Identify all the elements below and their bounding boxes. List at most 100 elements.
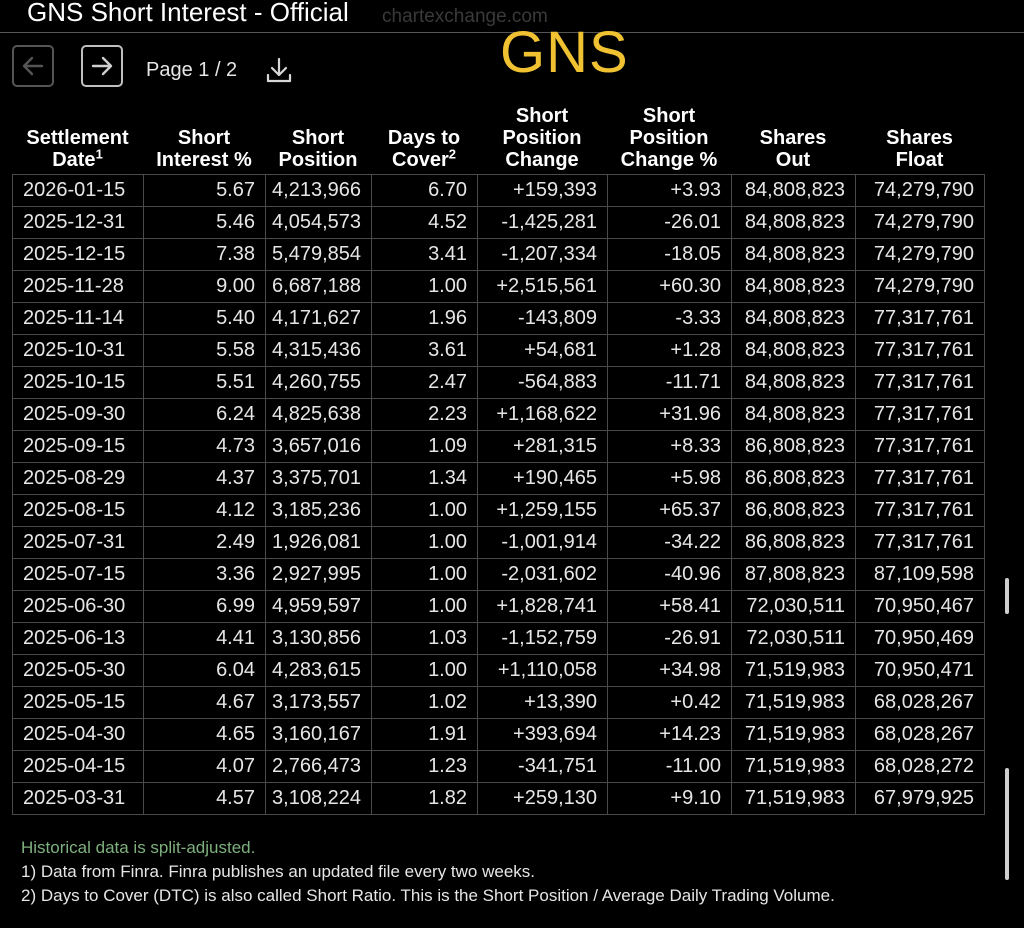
cell-short-position-change: -2,031,602 (477, 558, 608, 591)
cell-shares-float: 77,317,761 (855, 462, 985, 495)
cell-short-position-change: -143,809 (477, 302, 608, 335)
table-row: 2025-06-30 6.99 4,959,597 1.00 +1,828,741 +58… (12, 590, 985, 623)
cell-short-position-change: -1,425,281 (477, 206, 608, 239)
table-row: 2025-05-30 6.04 4,283,615 1.00 +1,110,058 +34… (12, 654, 985, 687)
table-row: 2025-11-14 5.40 4,171,627 1.96 -143,809 -3.33… (12, 302, 985, 335)
cell-short-position-change-pct: +14.23 (607, 718, 732, 751)
cell-days-to-cover: 2.23 (371, 398, 478, 431)
cell-short-position-change-pct: +31.96 (607, 398, 732, 431)
cell-shares-out: 71,519,983 (731, 750, 856, 783)
cell-short-position: 5,479,854 (265, 238, 372, 271)
cell-short-interest-pct: 4.41 (143, 622, 266, 655)
cell-short-position-change: +2,515,561 (477, 270, 608, 303)
cell-short-position-change-pct: -26.91 (607, 622, 732, 655)
cell-shares-float: 68,028,267 (855, 718, 985, 751)
cell-short-interest-pct: 6.24 (143, 398, 266, 431)
table-row: 2025-12-31 5.46 4,054,573 4.52 -1,425,281 -26… (12, 206, 985, 239)
column-header-line: Shares (759, 127, 827, 149)
cell-shares-float: 77,317,761 (855, 430, 985, 463)
scrollbar-thumb-upper[interactable] (1005, 578, 1009, 614)
cell-settlement-date: 2025-12-31 (12, 206, 144, 239)
cell-shares-float: 77,317,761 (855, 526, 985, 559)
cell-shares-out: 72,030,511 (731, 590, 856, 623)
cell-short-position: 4,959,597 (265, 590, 372, 623)
cell-short-position-change-pct: -18.05 (607, 238, 732, 271)
cell-short-position-change: +190,465 (477, 462, 608, 495)
cell-short-interest-pct: 3.36 (143, 558, 266, 591)
cell-short-interest-pct: 6.99 (143, 590, 266, 623)
column-header-line: Position (278, 149, 358, 171)
next-page-button[interactable] (81, 45, 123, 87)
cell-short-position: 2,766,473 (265, 750, 372, 783)
cell-short-interest-pct: 4.65 (143, 718, 266, 751)
column-header-line: Cover (392, 149, 449, 171)
column-header-line: Position (629, 127, 709, 149)
cell-short-interest-pct: 5.58 (143, 334, 266, 367)
cell-days-to-cover: 1.03 (371, 622, 478, 655)
cell-short-position: 3,657,016 (265, 430, 372, 463)
cell-short-interest-pct: 5.46 (143, 206, 266, 239)
cell-short-position-change: +54,681 (477, 334, 608, 367)
cell-shares-out: 86,808,823 (731, 430, 856, 463)
cell-shares-float: 70,950,467 (855, 590, 985, 623)
cell-short-position: 3,185,236 (265, 494, 372, 527)
column-header-short-position: Short Position (265, 127, 371, 171)
table-row: 2025-12-15 7.38 5,479,854 3.41 -1,207,334 -18… (12, 238, 985, 271)
cell-settlement-date: 2025-04-30 (12, 718, 144, 751)
cell-shares-out: 71,519,983 (731, 718, 856, 751)
cell-short-position: 3,160,167 (265, 718, 372, 751)
cell-short-position-change: +1,259,155 (477, 494, 608, 527)
cell-short-position-change-pct: -26.01 (607, 206, 732, 239)
scrollbar-thumb-lower[interactable] (1005, 768, 1009, 880)
cell-short-position: 4,315,436 (265, 334, 372, 367)
cell-shares-float: 74,279,790 (855, 206, 985, 239)
cell-shares-out: 71,519,983 (731, 654, 856, 687)
cell-days-to-cover: 1.00 (371, 558, 478, 591)
cell-short-interest-pct: 2.49 (143, 526, 266, 559)
table-row: 2025-04-30 4.65 3,160,167 1.91 +393,694 +14.2… (12, 718, 985, 751)
column-header-days-to-cover: Days to Cover2 (371, 127, 477, 171)
cell-short-position-change: -1,152,759 (477, 622, 608, 655)
table-header: Settlement Date1 Short Interest % Short Posit… (12, 100, 984, 174)
cell-short-interest-pct: 4.73 (143, 430, 266, 463)
cell-shares-out: 84,808,823 (731, 398, 856, 431)
cell-days-to-cover: 1.91 (371, 718, 478, 751)
cell-shares-out: 71,519,983 (731, 686, 856, 719)
column-header-short-position-change: Short Position Change (477, 105, 607, 171)
cell-shares-float: 87,109,598 (855, 558, 985, 591)
cell-short-position-change: +13,390 (477, 686, 608, 719)
column-header-line: Change (505, 149, 579, 171)
column-header-short-interest-pct: Short Interest % (143, 127, 265, 171)
cell-short-position-change-pct: +9.10 (607, 782, 732, 815)
cell-short-position-change-pct: +65.37 (607, 494, 732, 527)
column-header-line: Change % (620, 149, 718, 171)
page-indicator: Page 1 / 2 (146, 59, 238, 81)
previous-page-button[interactable] (12, 45, 54, 87)
cell-short-interest-pct: 4.67 (143, 686, 266, 719)
ticker-symbol: GNS (500, 20, 629, 85)
cell-short-interest-pct: 6.04 (143, 654, 266, 687)
cell-shares-out: 84,808,823 (731, 238, 856, 271)
arrow-right-icon (91, 56, 113, 76)
table-row: 2025-07-31 2.49 1,926,081 1.00 -1,001,914 -34… (12, 526, 985, 559)
cell-settlement-date: 2025-07-15 (12, 558, 144, 591)
column-header-line: Interest % (156, 149, 252, 171)
cell-short-interest-pct: 5.40 (143, 302, 266, 335)
download-button[interactable] (264, 55, 294, 87)
cell-short-interest-pct: 4.07 (143, 750, 266, 783)
cell-settlement-date: 2025-05-30 (12, 654, 144, 687)
cell-days-to-cover: 1.96 (371, 302, 478, 335)
cell-short-position: 2,927,995 (265, 558, 372, 591)
cell-short-position-change: +1,828,741 (477, 590, 608, 623)
cell-short-position: 4,260,755 (265, 366, 372, 399)
column-header-short-position-change-pct: Short Position Change % (607, 105, 731, 171)
table-row: 2025-07-15 3.36 2,927,995 1.00 -2,031,602 -40… (12, 558, 985, 591)
cell-short-position-change: -341,751 (477, 750, 608, 783)
column-header-shares-float: Shares Float (855, 127, 984, 171)
cell-short-position-change: +393,694 (477, 718, 608, 751)
footnote-1: 1) Data from Finra. Finra publishes an u… (21, 862, 536, 881)
cell-short-interest-pct: 4.57 (143, 782, 266, 815)
table-row: 2025-06-13 4.41 3,130,856 1.03 -1,152,759 -26… (12, 622, 985, 655)
cell-short-position-change-pct: +1.28 (607, 334, 732, 367)
cell-short-interest-pct: 7.38 (143, 238, 266, 271)
